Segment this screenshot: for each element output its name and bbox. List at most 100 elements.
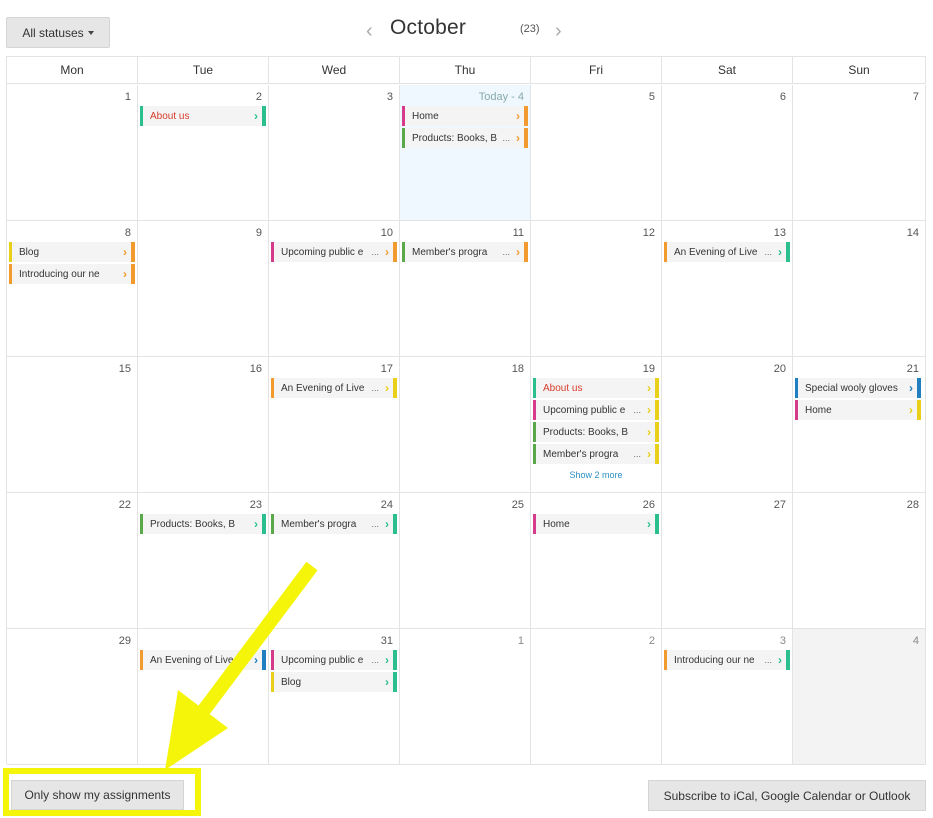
calendar-day-cell[interactable]: 7 — [793, 85, 926, 221]
calendar-day-cell[interactable]: 30 An Evening of Live › — [138, 629, 269, 765]
calendar-day-cell[interactable]: 2 — [531, 629, 662, 765]
calendar-event[interactable]: An Evening of Live... › — [271, 378, 397, 398]
event-title: Home — [412, 110, 439, 122]
chevron-right-icon: › — [909, 381, 913, 395]
calendar-event[interactable]: Home › — [402, 106, 528, 126]
chevron-left-icon[interactable]: ‹ — [366, 20, 373, 43]
calendar-toolbar: All statuses ‹ October (23) › — [0, 0, 933, 56]
calendar-day-cell[interactable]: 16 — [138, 357, 269, 493]
calendar-event[interactable]: Upcoming public e... › — [533, 400, 659, 420]
event-title: Home — [543, 518, 570, 530]
calendar-day-cell[interactable]: 23 Products: Books, B › — [138, 493, 269, 629]
calendar-day-cell[interactable]: 31 Upcoming public e... › Blog › — [269, 629, 400, 765]
calendar-event[interactable]: Member's progra... › — [533, 444, 659, 464]
calendar-event[interactable]: Blog › — [9, 242, 135, 262]
calendar-day-cell[interactable]: 19 About us › Upcoming public e... › Products… — [531, 357, 662, 493]
day-number: 12 — [642, 227, 655, 239]
chevron-right-icon: › — [385, 517, 389, 531]
day-number: 22 — [118, 499, 131, 511]
calendar-day-cell[interactable]: 12 — [531, 221, 662, 357]
calendar-event[interactable]: Home › — [795, 400, 921, 420]
month-item-count: (23) — [520, 23, 540, 35]
calendar-day-cell[interactable]: 25 — [400, 493, 531, 629]
calendar-day-cell[interactable]: 2 About us › — [138, 85, 269, 221]
calendar-day-cell[interactable]: 18 — [400, 357, 531, 493]
chevron-right-icon: › — [123, 267, 127, 281]
calendar-event[interactable]: An Evening of Live › — [140, 650, 266, 670]
calendar-event[interactable]: Upcoming public e... › — [271, 242, 397, 262]
calendar-day-cell[interactable]: 22 — [7, 493, 138, 629]
event-workflow-bar — [524, 242, 528, 262]
event-workflow-bar — [131, 242, 135, 262]
calendar-day-cell[interactable]: 20 — [662, 357, 793, 493]
event-workflow-bar — [524, 128, 528, 148]
calendar-event[interactable]: Upcoming public e... › — [271, 650, 397, 670]
day-number: 8 — [124, 227, 131, 239]
calendar-day-cell[interactable]: 29 — [7, 629, 138, 765]
calendar-day-cell[interactable]: 6 — [662, 85, 793, 221]
day-number: Today - 4 — [478, 91, 524, 103]
event-workflow-bar — [655, 514, 659, 534]
calendar-day-cell[interactable]: 3 Introducing our ne... › — [662, 629, 793, 765]
calendar-day-cell[interactable]: 10 Upcoming public e... › — [269, 221, 400, 357]
event-workflow-bar — [655, 378, 659, 398]
calendar-event[interactable]: Products: Books, B › — [533, 422, 659, 442]
calendar-event[interactable]: Member's progra... › — [402, 242, 528, 262]
chevron-right-icon: › — [647, 447, 651, 461]
calendar-day-cell[interactable]: 8 Blog › Introducing our ne › — [7, 221, 138, 357]
calendar-day-cell[interactable]: 27 — [662, 493, 793, 629]
calendar-day-cell[interactable]: 1 — [7, 85, 138, 221]
day-number: 2 — [255, 91, 262, 103]
event-title: Member's progra — [281, 518, 357, 530]
calendar-day-cell[interactable]: 3 — [269, 85, 400, 221]
calendar-day-cell[interactable]: 15 — [7, 357, 138, 493]
calendar-event[interactable]: Products: Books, B › — [140, 514, 266, 534]
calendar-event[interactable]: Introducing our ne › — [9, 264, 135, 284]
event-title: An Evening of Live — [674, 246, 758, 258]
calendar-day-cell[interactable]: 17 An Evening of Live... › — [269, 357, 400, 493]
weekday-header-wed: Wed — [269, 57, 400, 84]
show-more-link[interactable]: Show 2 more — [531, 470, 661, 480]
calendar-event[interactable]: Special wooly gloves › — [795, 378, 921, 398]
calendar-event[interactable]: Products: Books, B... › — [402, 128, 528, 148]
calendar-day-cell[interactable]: 5 — [531, 85, 662, 221]
calendar-event[interactable]: Home › — [533, 514, 659, 534]
chevron-right-icon: › — [778, 245, 782, 259]
event-workflow-bar — [655, 400, 659, 420]
calendar-event[interactable]: About us › — [533, 378, 659, 398]
chevron-right-icon[interactable]: › — [555, 20, 562, 43]
event-title: Introducing our ne — [674, 654, 755, 666]
calendar-day-cell[interactable]: 9 — [138, 221, 269, 357]
calendar-event[interactable]: An Evening of Live... › — [664, 242, 790, 262]
weekday-header-mon: Mon — [7, 57, 138, 84]
event-title: Upcoming public e — [281, 654, 364, 666]
calendar-day-cell[interactable]: 28 — [793, 493, 926, 629]
calendar-event[interactable]: About us › — [140, 106, 266, 126]
calendar-event[interactable]: Introducing our ne... › — [664, 650, 790, 670]
chevron-right-icon: › — [647, 517, 651, 531]
status-filter-label: All statuses — [22, 25, 84, 40]
event-workflow-bar — [786, 242, 790, 262]
calendar-day-cell[interactable]: 11 Member's progra... › — [400, 221, 531, 357]
calendar-day-cell[interactable]: 21 Special wooly gloves › Home › — [793, 357, 926, 493]
chevron-right-icon: › — [516, 131, 520, 145]
day-number: 1 — [517, 635, 524, 647]
calendar-day-cell[interactable]: 1 — [400, 629, 531, 765]
event-title: Blog — [281, 676, 302, 688]
calendar-day-cell[interactable]: 24 Member's progra... › — [269, 493, 400, 629]
calendar-day-cell[interactable]: 26 Home › — [531, 493, 662, 629]
weekday-header-thu: Thu — [400, 57, 531, 84]
day-number: 24 — [380, 499, 393, 511]
day-number: 15 — [118, 363, 131, 375]
day-number: 17 — [380, 363, 393, 375]
ellipsis-icon: ... — [371, 383, 379, 393]
day-number: 4 — [912, 635, 919, 647]
calendar-day-cell[interactable]: Today - 4 Home › Products: Books, B... › — [400, 85, 531, 221]
calendar-day-cell[interactable]: 14 — [793, 221, 926, 357]
status-filter-dropdown[interactable]: All statuses — [6, 17, 110, 48]
calendar-day-cell[interactable]: 4 — [793, 629, 926, 765]
subscribe-calendar-button[interactable]: Subscribe to iCal, Google Calendar or Ou… — [648, 780, 926, 811]
calendar-event[interactable]: Blog › — [271, 672, 397, 692]
calendar-day-cell[interactable]: 13 An Evening of Live... › — [662, 221, 793, 357]
calendar-event[interactable]: Member's progra... › — [271, 514, 397, 534]
